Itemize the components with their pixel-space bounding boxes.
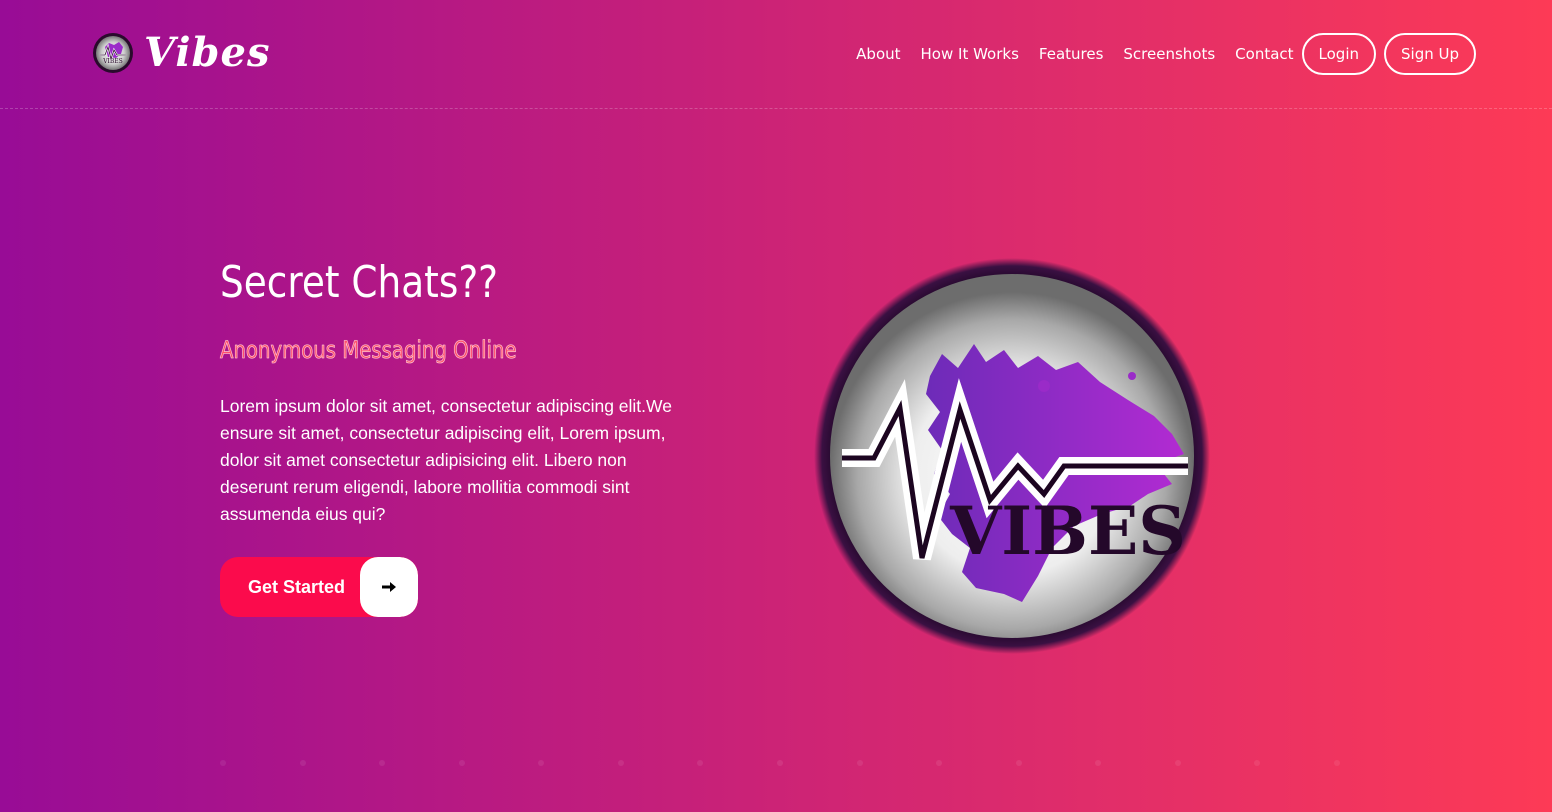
hero-text-block: Secret Chats?? Anonymous Messaging Onlin… bbox=[220, 255, 690, 528]
get-started-button[interactable]: Get Started bbox=[220, 557, 418, 617]
hero-description: Lorem ipsum dolor sit amet, consectetur … bbox=[220, 396, 672, 524]
vibes-logo-icon: VIBES bbox=[93, 33, 133, 73]
nav-link-screenshots[interactable]: Screenshots bbox=[1123, 45, 1215, 63]
nav-link-contact[interactable]: Contact bbox=[1235, 45, 1293, 63]
svg-text:VIBES: VIBES bbox=[102, 58, 123, 65]
logo-wordmark: VIBES bbox=[949, 492, 1186, 570]
decorative-dots bbox=[220, 760, 1340, 770]
main-nav: About How It Works Features Screenshots … bbox=[856, 33, 1476, 75]
nav-link-how-it-works[interactable]: How It Works bbox=[921, 45, 1019, 63]
brand-link[interactable]: VIBES Vibes bbox=[92, 32, 270, 74]
brand-name: Vibes bbox=[144, 29, 271, 76]
arrow-right-icon bbox=[360, 557, 418, 617]
login-button[interactable]: Login bbox=[1301, 33, 1376, 75]
get-started-label: Get Started bbox=[248, 576, 346, 597]
site-header: VIBES Vibes About How It Works Features … bbox=[0, 0, 1552, 109]
nav-link-about[interactable]: About bbox=[856, 45, 900, 63]
vibes-hero-logo: VIBES bbox=[814, 258, 1210, 654]
hero-title: Secret Chats?? bbox=[220, 257, 499, 308]
hero-subtitle: Anonymous Messaging Online bbox=[220, 336, 517, 365]
nav-link-features[interactable]: Features bbox=[1039, 45, 1104, 63]
signup-button[interactable]: Sign Up bbox=[1384, 33, 1476, 75]
